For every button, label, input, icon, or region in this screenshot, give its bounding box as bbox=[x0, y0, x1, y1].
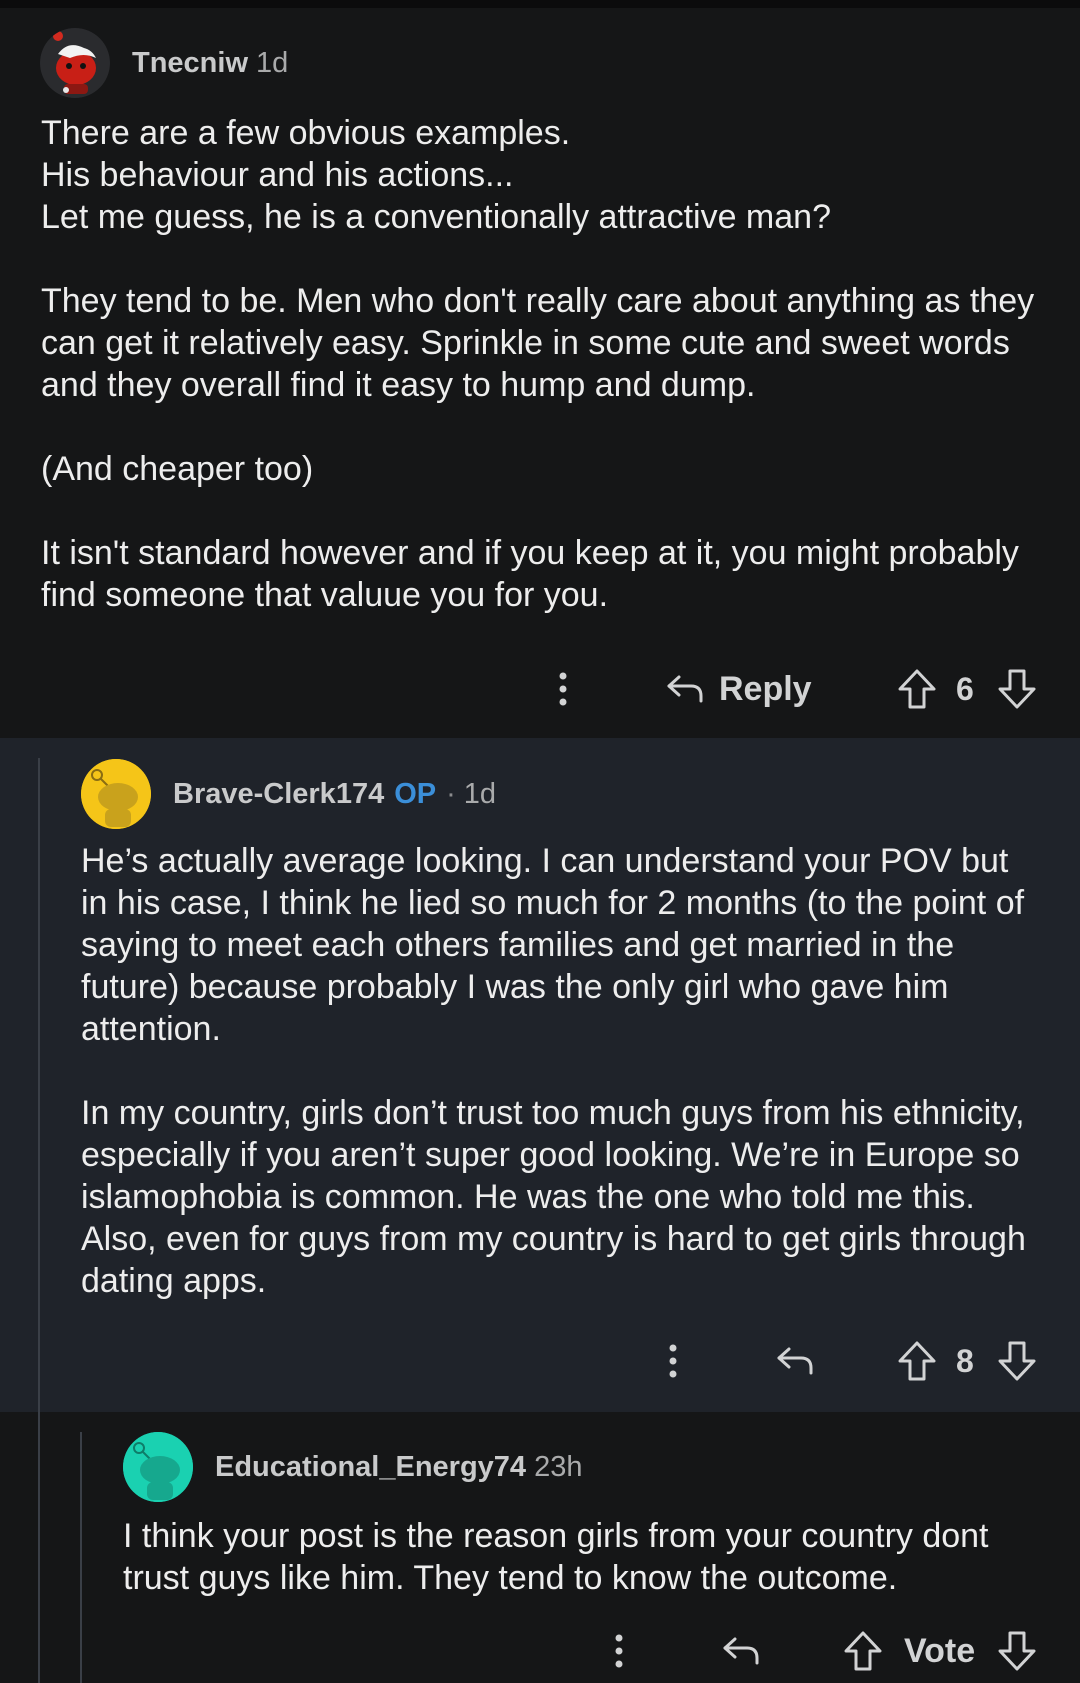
avatar[interactable] bbox=[81, 759, 151, 829]
reply-arrow-icon bbox=[775, 1345, 815, 1377]
comment-header: Educational_Energy74 23h bbox=[123, 1432, 582, 1502]
avatar[interactable] bbox=[40, 28, 110, 98]
reply-button[interactable] bbox=[721, 1621, 761, 1681]
username[interactable]: Educational_Energy74 bbox=[215, 1451, 526, 1484]
reply-button[interactable]: Reply bbox=[665, 659, 812, 719]
reply-button[interactable] bbox=[775, 1331, 815, 1391]
comment-header: Tnecniw 1d bbox=[40, 28, 288, 98]
comment-actions: 8 bbox=[0, 1331, 1080, 1391]
upvote-button[interactable] bbox=[897, 659, 937, 719]
downvote-arrow-icon bbox=[998, 669, 1036, 709]
downvote-button[interactable] bbox=[997, 1621, 1037, 1681]
comment-age: 23h bbox=[534, 1450, 583, 1483]
upvote-arrow-icon bbox=[898, 669, 936, 709]
comment-body: There are a few obvious examples. His be… bbox=[41, 114, 1035, 614]
comment-body: I think your post is the reason girls fr… bbox=[123, 1517, 998, 1597]
status-bar-strip bbox=[0, 0, 1080, 8]
upvote-arrow-icon bbox=[898, 1341, 936, 1381]
op-badge: OP bbox=[394, 777, 437, 810]
downvote-button[interactable] bbox=[997, 659, 1037, 719]
vote-label: Vote bbox=[904, 1631, 976, 1670]
comment-educational-energy74: Educational_Energy74 23h I think your po… bbox=[0, 1412, 1080, 1683]
avatar[interactable] bbox=[123, 1432, 193, 1502]
snoo-avatar-icon bbox=[123, 1432, 193, 1502]
comment-actions: Reply 6 bbox=[0, 659, 1080, 719]
more-options-icon[interactable] bbox=[553, 659, 573, 719]
comment-tnecniw: Tnecniw 1d There are a few obvious examp… bbox=[0, 8, 1080, 738]
username[interactable]: Brave-Clerk174 bbox=[173, 778, 384, 811]
downvote-arrow-icon bbox=[998, 1341, 1036, 1381]
snoo-avatar-icon bbox=[40, 28, 110, 98]
vote-score: 8 bbox=[956, 1342, 974, 1379]
reply-arrow-icon bbox=[665, 673, 705, 705]
comment-actions: Vote bbox=[0, 1621, 1080, 1681]
upvote-arrow-icon bbox=[844, 1631, 882, 1671]
comment-header: Brave-Clerk174 OP · 1d bbox=[81, 759, 496, 829]
comment-age: 1d bbox=[256, 46, 289, 79]
username[interactable]: Tnecniw bbox=[132, 47, 248, 80]
reply-label: Reply bbox=[719, 669, 812, 708]
separator-dot: · bbox=[446, 777, 456, 810]
downvote-button[interactable] bbox=[997, 1331, 1037, 1391]
comment-body: He’s actually average looking. I can und… bbox=[81, 842, 1026, 1300]
vote-score: 6 bbox=[956, 670, 974, 707]
thread-line[interactable] bbox=[38, 758, 40, 1412]
downvote-arrow-icon bbox=[998, 1631, 1036, 1671]
comment-age: 1d bbox=[463, 777, 497, 810]
snoo-avatar-icon bbox=[81, 759, 151, 829]
upvote-button[interactable] bbox=[897, 1331, 937, 1391]
comment-brave-clerk174: Brave-Clerk174 OP · 1d He’s actually ave… bbox=[0, 738, 1080, 1412]
more-options-icon[interactable] bbox=[609, 1621, 629, 1681]
more-options-icon[interactable] bbox=[663, 1331, 683, 1391]
upvote-button[interactable] bbox=[843, 1621, 883, 1681]
reply-arrow-icon bbox=[721, 1635, 761, 1667]
